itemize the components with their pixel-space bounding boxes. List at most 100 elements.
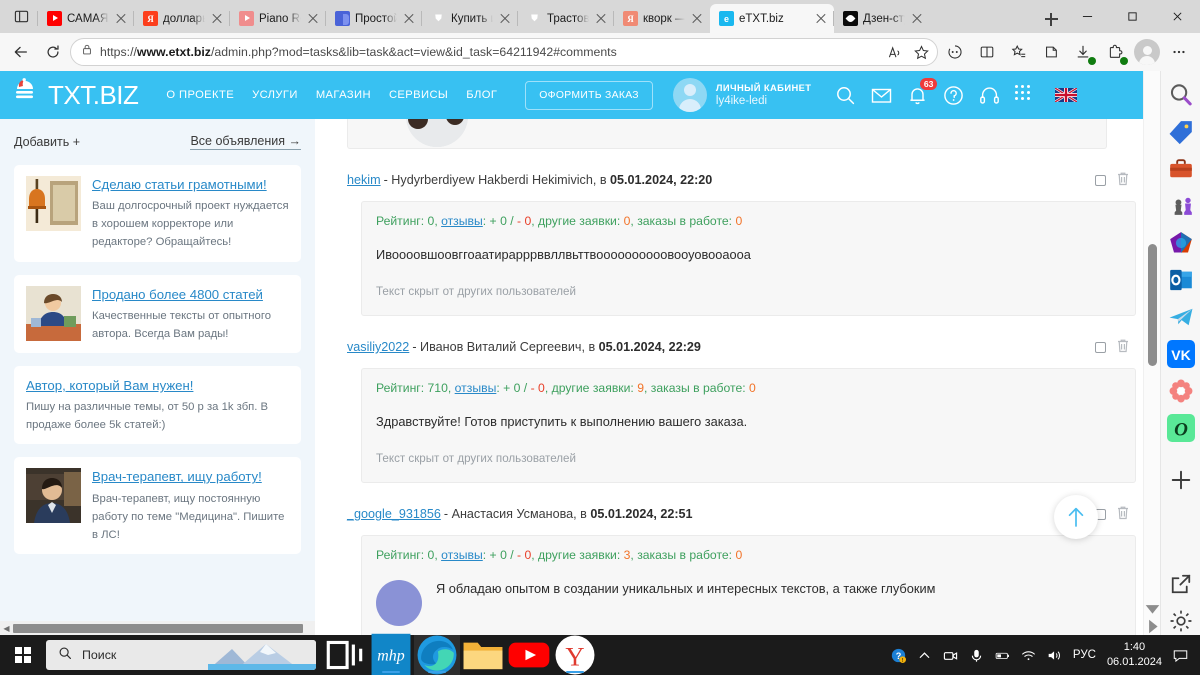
close-icon[interactable] (690, 12, 704, 26)
yandex-icon[interactable]: Y (552, 635, 598, 675)
comment-author-link[interactable]: vasiliy2022 (347, 340, 409, 354)
edge-icon[interactable] (414, 635, 460, 675)
office-icon[interactable] (1167, 229, 1195, 257)
address-bar[interactable]: https://www.etxt.biz/admin.php?mod=tasks… (70, 38, 938, 66)
close-icon[interactable] (210, 12, 224, 26)
scroll-down-arrow-icon[interactable] (1144, 600, 1160, 617)
maximize-button[interactable] (1110, 0, 1155, 33)
task-view-icon[interactable] (322, 635, 368, 675)
comment-checkbox[interactable] (1095, 174, 1106, 186)
open-in-new-icon[interactable] (1167, 570, 1195, 598)
nav-link[interactable]: СЕРВИСЫ (389, 89, 448, 101)
start-button[interactable] (0, 635, 46, 675)
ad-title-link[interactable]: Продано более 4800 статей (92, 286, 289, 303)
downloads-icon[interactable] (1068, 37, 1098, 67)
close-icon[interactable] (498, 12, 512, 26)
show-hidden-icons-chevron[interactable] (917, 648, 932, 663)
bell-icon[interactable]: 63 (907, 77, 938, 106)
reviews-link[interactable]: отзывы (455, 381, 497, 395)
odnoklassniki-flower-icon[interactable] (1167, 377, 1195, 405)
language-indicator[interactable]: РУС (1073, 649, 1096, 661)
close-icon[interactable] (910, 12, 924, 26)
youtube-icon[interactable] (506, 635, 552, 675)
browser-tab[interactable]: Дзен-сту (833, 4, 930, 33)
flag-uk-icon[interactable] (1054, 86, 1079, 104)
scroll-left-arrow-icon[interactable]: ◀ (0, 624, 13, 633)
reviews-link[interactable]: отзывы (441, 548, 483, 562)
comment-author-link[interactable]: hekim (347, 173, 381, 187)
comment-author-link[interactable]: _google_931856 (347, 507, 441, 521)
notification-center-icon[interactable] (1173, 648, 1190, 663)
shopping-tag-icon[interactable] (1167, 118, 1195, 146)
ad-card[interactable]: Врач-терапевт, ищу работу! Врач-терапевт,… (14, 457, 301, 554)
ad-title-link[interactable]: Сделаю статьи грамотными! (92, 176, 289, 193)
apps-grid-icon[interactable] (1015, 84, 1036, 106)
scroll-to-top-button[interactable] (1054, 495, 1098, 539)
add-sidebar-icon[interactable] (1167, 466, 1195, 494)
browser-essentials-icon[interactable] (1036, 37, 1066, 67)
search-icon[interactable] (835, 85, 856, 106)
delete-icon[interactable] (1116, 338, 1130, 356)
copilot-icon[interactable] (940, 37, 970, 67)
read-aloud-icon[interactable] (883, 40, 907, 64)
ad-card[interactable]: Сделаю статьи грамотными! Ваш долгосрочны… (14, 165, 301, 262)
all-ads-link[interactable]: Все объявления → (190, 134, 301, 150)
browser-tab[interactable]: ⛊ Трастовь (517, 4, 614, 33)
site-logo[interactable]: TXT.BIZ (14, 77, 139, 111)
microphone-icon[interactable] (969, 648, 984, 663)
green-app-icon[interactable]: O (1166, 414, 1195, 442)
wifi-icon[interactable] (1021, 648, 1036, 663)
help-update-icon[interactable]: ?! (891, 648, 906, 663)
comment-checkbox[interactable] (1095, 341, 1106, 353)
profile-avatar[interactable] (1132, 37, 1162, 67)
browser-tab[interactable]: Ядоллары (133, 4, 230, 33)
mail-icon[interactable] (871, 85, 892, 106)
page-vertical-scrollbar[interactable] (1143, 71, 1160, 635)
tab-actions-icon[interactable] (4, 0, 38, 33)
scrollbar-thumb[interactable] (1148, 244, 1157, 366)
taskbar-clock[interactable]: 1:40 06.01.2024 (1107, 640, 1162, 670)
support-headset-icon[interactable] (979, 85, 1000, 106)
extensions-icon[interactable] (1100, 37, 1130, 67)
mhp-app-icon[interactable]: mhp (368, 633, 414, 675)
close-icon[interactable] (402, 12, 416, 26)
ad-card[interactable]: Продано более 4800 статей Качественные те… (14, 274, 301, 353)
camera-icon[interactable] (943, 648, 958, 663)
taskbar-search-box[interactable]: Поиск (46, 640, 316, 670)
battery-icon[interactable] (995, 648, 1010, 663)
site-info-lock-icon[interactable] (81, 43, 93, 61)
browser-tab[interactable]: Piano Rel (229, 4, 326, 33)
volume-icon[interactable] (1047, 648, 1062, 663)
file-explorer-icon[interactable] (460, 635, 506, 675)
close-button[interactable] (1155, 0, 1200, 33)
new-tab-button[interactable] (1037, 5, 1065, 33)
vk-icon[interactable]: VK (1166, 340, 1195, 368)
telegram-icon[interactable] (1167, 303, 1195, 331)
nav-link[interactable]: О ПРОЕКТЕ (166, 89, 234, 101)
reviews-link[interactable]: отзывы (441, 214, 483, 228)
collections-icon[interactable] (1004, 37, 1034, 67)
split-screen-icon[interactable] (972, 37, 1002, 67)
nav-link[interactable]: БЛОГ (466, 89, 497, 101)
back-icon[interactable] (6, 37, 36, 67)
sidebar-settings-icon[interactable] (1167, 607, 1195, 635)
nav-link[interactable]: УСЛУГИ (252, 89, 298, 101)
delete-icon[interactable] (1116, 505, 1130, 523)
close-icon[interactable] (594, 12, 608, 26)
nav-link[interactable]: МАГАЗИН (316, 89, 371, 101)
browser-tab[interactable]: Простой (325, 4, 422, 33)
help-icon[interactable] (943, 85, 964, 106)
favorite-star-icon[interactable] (909, 40, 933, 64)
settings-and-more-icon[interactable] (1164, 37, 1194, 67)
tools-icon[interactable] (1167, 155, 1195, 183)
close-icon[interactable] (114, 12, 128, 26)
close-icon[interactable] (814, 12, 828, 26)
games-icon[interactable] (1167, 192, 1195, 220)
add-ad-link[interactable]: Добавить + (14, 135, 80, 149)
close-icon[interactable] (306, 12, 320, 26)
scrollbar-thumb[interactable] (13, 623, 303, 633)
browser-tab[interactable]: e eTXT.biz (710, 4, 834, 33)
sidebar-horizontal-scrollbar[interactable]: ◀ (0, 621, 315, 635)
ad-title-link[interactable]: Автор, который Вам нужен! (26, 377, 289, 394)
account-block[interactable]: ЛИЧНЫЙ КАБИНЕТ ly4ike-ledi (672, 78, 812, 112)
